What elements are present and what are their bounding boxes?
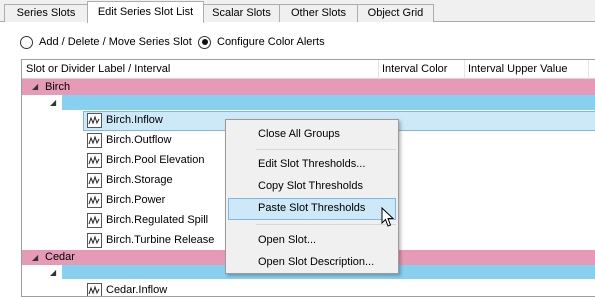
group-label: Birch [45,81,71,93]
menu-item-label: Open Slot... [258,234,317,246]
column-separator[interactable] [464,60,465,79]
menu-item-label: Open Slot Description... [258,256,375,268]
slot-icon [87,283,102,296]
slot-label: Birch.Storage [106,174,173,186]
tab-series-slots[interactable]: Series Slots [4,4,88,22]
tree-header: Slot or Divider Label / Interval Interva… [22,60,595,79]
group-row-birch[interactable]: ◢ Birch [22,79,595,95]
menu-item-label: Edit Slot Thresholds... [258,158,366,170]
slot-icon [87,133,102,148]
column-header-interval-upper-value[interactable]: Interval Upper Value [468,63,567,75]
slot-icon [87,233,102,248]
slot-icon [87,213,102,228]
menu-item-edit-slot-thresholds[interactable]: Edit Slot Thresholds... [226,154,398,176]
slot-label: Cedar.Inflow [106,284,168,296]
column-separator[interactable] [588,60,589,79]
group-label: Cedar [45,251,75,263]
column-header-interval-color[interactable]: Interval Color [382,63,447,75]
menu-item-open-slot[interactable]: Open Slot... [226,230,398,252]
add-delete-move-label: Add / Delete / Move Series Slot [39,36,192,48]
slot-icon [87,113,102,128]
mouse-cursor-icon [381,207,395,227]
menu-item-label: Copy Slot Thresholds [258,180,363,192]
menu-separator [256,149,396,150]
configure-color-alerts-label: Configure Color Alerts [217,36,325,48]
menu-item-close-all-groups[interactable]: Close All Groups [226,124,398,146]
collapse-triangle-icon[interactable]: ◢ [32,82,38,91]
slot-icon [87,173,102,188]
collapse-triangle-icon[interactable]: ◢ [50,268,56,277]
tab-object-grid[interactable]: Object Grid [357,4,434,22]
context-menu: Close All Groups Edit Slot Thresholds...… [225,119,399,274]
tab-scalar-slots[interactable]: Scalar Slots [203,4,280,22]
collapse-triangle-icon[interactable]: ◢ [32,253,38,262]
menu-separator [256,224,396,225]
menu-item-paste-slot-thresholds[interactable]: Paste Slot Thresholds [228,198,396,220]
collapse-triangle-icon[interactable]: ◢ [50,98,56,107]
column-separator[interactable] [378,60,379,79]
tab-bar: Series Slots Edit Series Slot List Scala… [0,0,595,23]
slot-label: Birch.Pool Elevation [106,154,205,166]
slot-label: Birch.Outflow [106,134,172,146]
column-header-slot-label[interactable]: Slot or Divider Label / Interval [26,63,170,75]
slot-label: Birch.Power [106,194,166,206]
add-delete-move-radio[interactable] [20,35,33,49]
interval-row[interactable] [62,95,595,110]
tab-edit-series-slot-list[interactable]: Edit Series Slot List [87,1,204,23]
add-delete-move-radio-option[interactable]: Add / Delete / Move Series Slot [20,34,192,50]
slot-row-cedar-inflow[interactable]: Cedar.Inflow [22,281,595,296]
slot-label: Birch.Regulated Spill [106,214,209,226]
menu-item-open-slot-description[interactable]: Open Slot Description... [226,252,398,274]
app-window: Series Slots Edit Series Slot List Scala… [0,0,595,297]
tab-other-slots[interactable]: Other Slots [279,4,358,22]
configure-color-alerts-radio[interactable] [198,35,211,49]
configure-color-alerts-radio-option[interactable]: Configure Color Alerts [198,34,325,50]
slot-label: Birch.Inflow [106,114,163,126]
slot-icon [87,153,102,168]
menu-item-copy-slot-thresholds[interactable]: Copy Slot Thresholds [226,176,398,198]
menu-item-label: Paste Slot Thresholds [258,202,366,214]
menu-item-label: Close All Groups [258,128,340,140]
slot-label: Birch.Turbine Release [106,234,215,246]
slot-icon [87,193,102,208]
